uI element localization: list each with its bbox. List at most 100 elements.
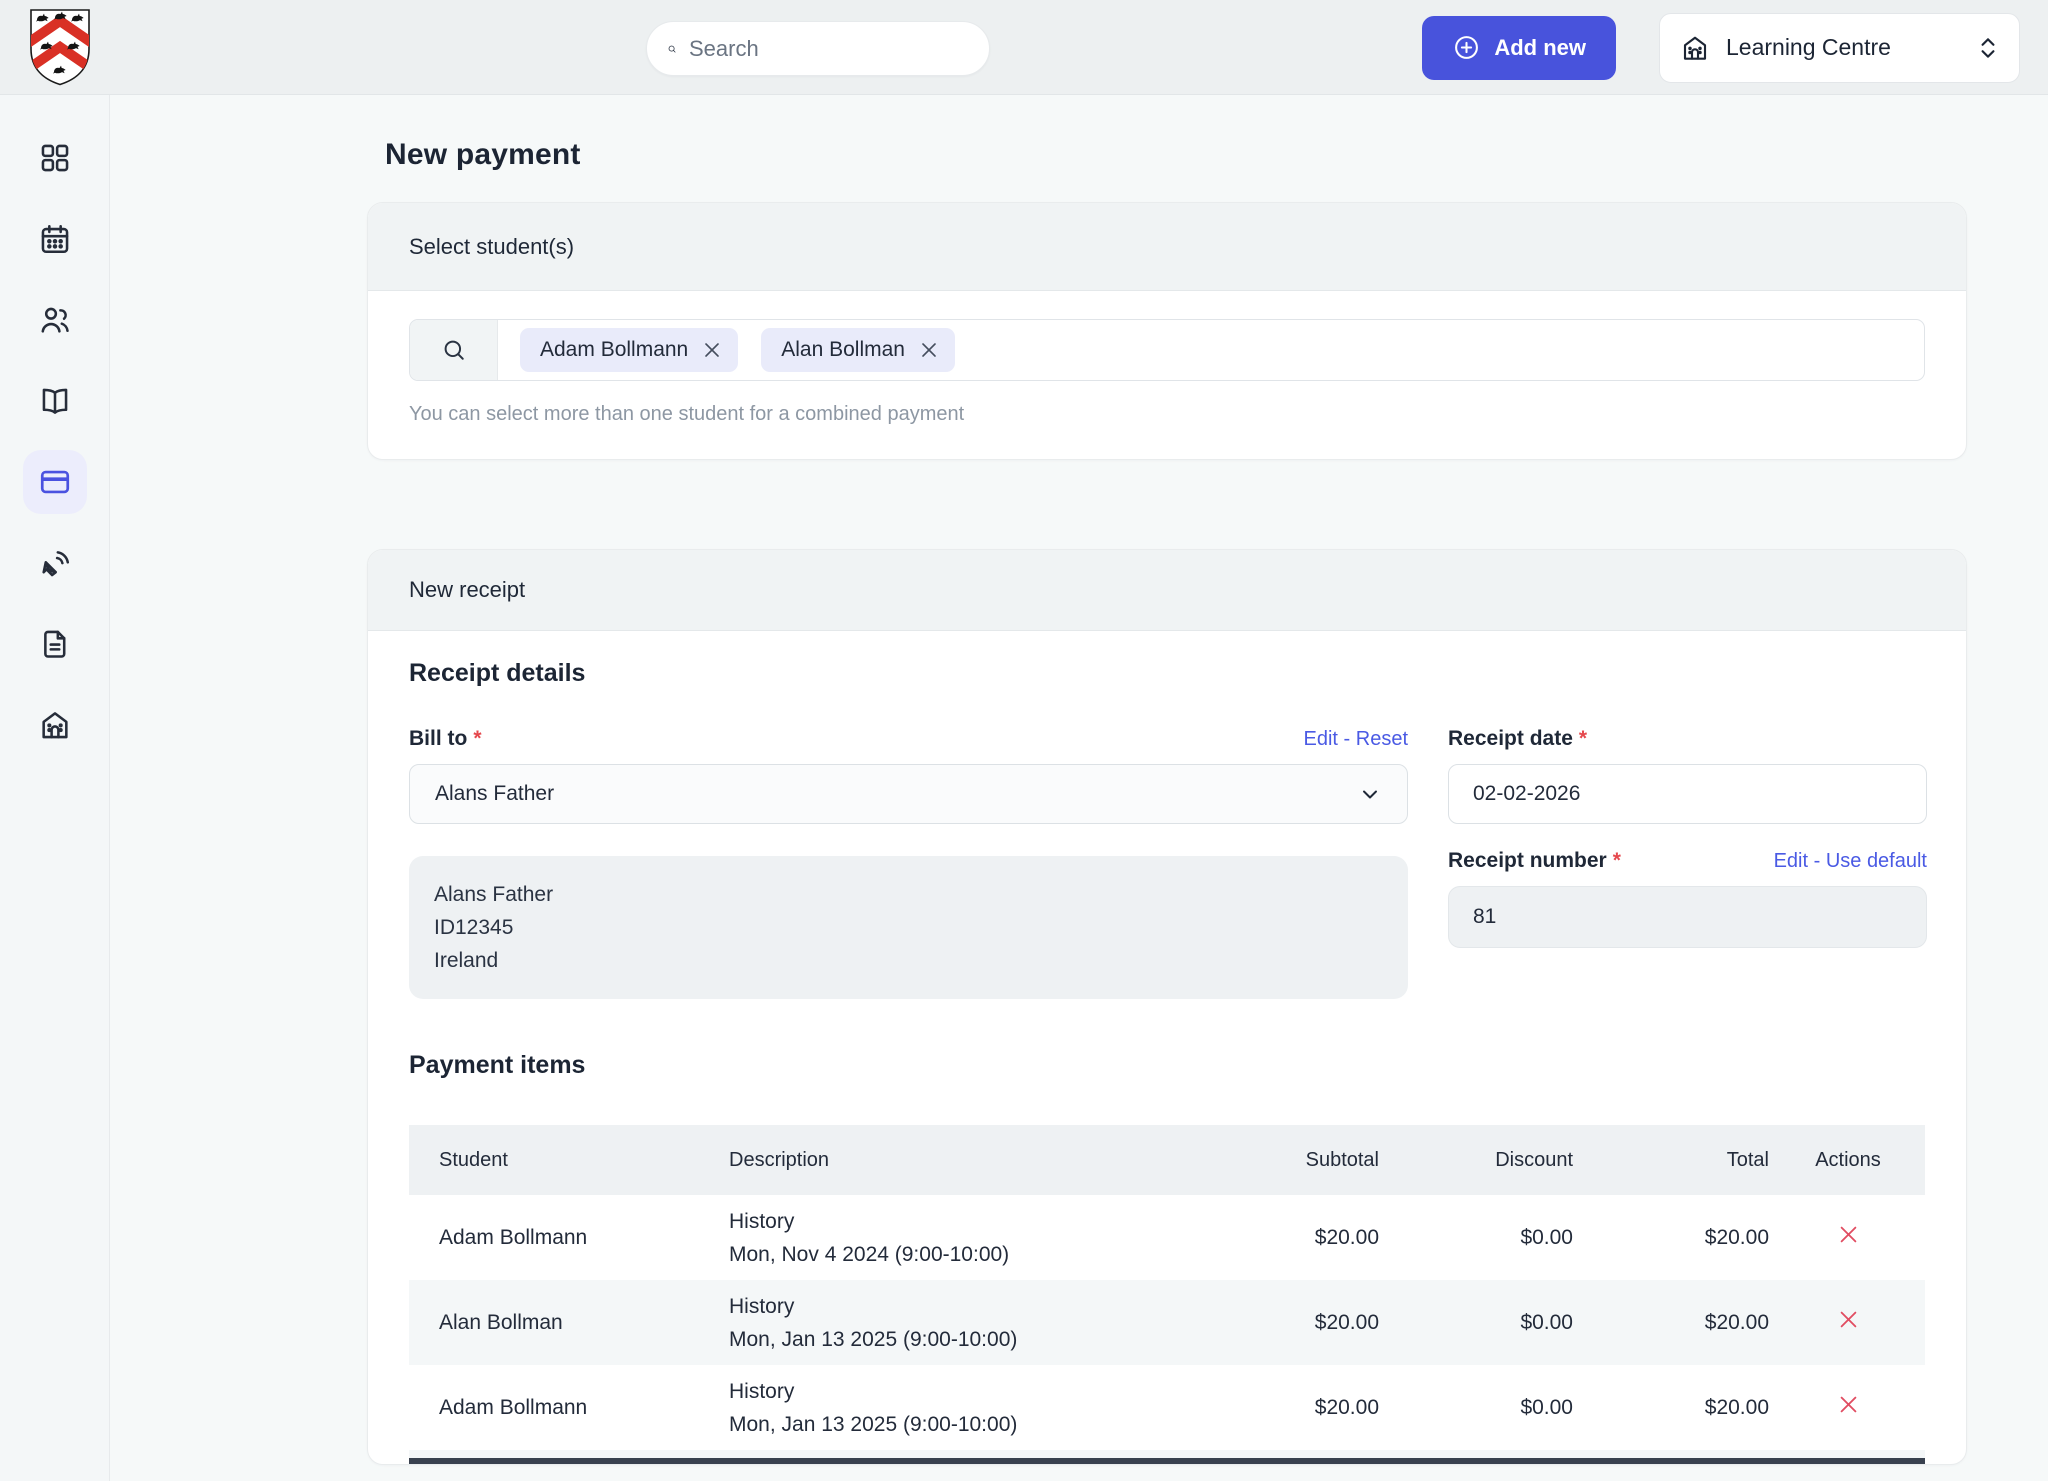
search-input[interactable] [689,36,977,62]
column-header-description: Description [729,1149,1291,1172]
chevron-down-icon [1358,782,1382,806]
column-header-student: Student [409,1149,729,1172]
global-search [646,21,990,76]
cell-total: $20.00 [1573,1226,1769,1250]
student-chip: Adam Bollmann [520,328,738,372]
bill-to-value: Alans Father [435,782,554,806]
school-building-icon [1680,33,1710,63]
receipt-meta-column: Receipt date* 02-02-2026 Receipt number*… [1448,724,1927,999]
remove-student-icon[interactable] [919,340,939,360]
column-header-total: Total [1573,1149,1769,1172]
receipt-date-label: Receipt date* [1448,727,1587,751]
table-row: Adam Bollmann History Mon, Jan 13 2025 (… [409,1365,1925,1450]
main-content: New payment Select student(s) Adam Bollm… [110,95,2048,1481]
new-receipt-title: New receipt [409,577,525,603]
add-new-label: Add new [1494,35,1586,61]
receipt-details-title: Receipt details [409,659,1925,688]
select-students-card: Select student(s) Adam Bollmann [367,202,1967,460]
receipt-number-edit-link[interactable]: Edit - Use default [1774,850,1927,873]
dashboard-grid-icon [38,141,72,175]
table-row: Alan Bollman History Mon, Jan 13 2025 (9… [409,1280,1925,1365]
school-crest-logo[interactable] [25,7,95,88]
page-title: New payment [385,138,1967,172]
cell-total: $20.00 [1573,1396,1769,1420]
new-receipt-header: New receipt [368,550,1966,631]
remove-row-icon[interactable] [1837,1308,1860,1331]
cell-subtotal: $20.00 [1291,1311,1379,1335]
combined-payment-helper-text: You can select more than one student for… [409,403,1925,426]
receipt-date-value: 02-02-2026 [1473,782,1580,806]
sidebar-item-students[interactable] [23,288,87,352]
sidebar-item-payments[interactable] [23,450,87,514]
remove-row-icon[interactable] [1837,1393,1860,1416]
cell-description: History Mon, Jan 13 2025 (9:00-10:00) [729,1375,1291,1441]
bill-to-label: Bill to* [409,727,482,751]
billing-address-box: Alans Father ID12345 Ireland [409,856,1408,999]
student-chip-label: Alan Bollman [781,338,905,362]
users-icon [38,303,72,337]
cell-subtotal: $20.00 [1291,1226,1379,1250]
cell-discount: $0.00 [1379,1311,1573,1335]
sidebar-item-school[interactable] [23,693,87,757]
remove-row-icon[interactable] [1837,1223,1860,1246]
sidebar-item-documents[interactable] [23,612,87,676]
cell-total: $20.00 [1573,1311,1769,1335]
select-students-title: Select student(s) [409,234,574,260]
column-header-discount: Discount [1379,1149,1573,1172]
workspace-selector[interactable]: Learning Centre [1659,13,2020,83]
table-row: Adam Bollmann History Mon, Nov 4 2024 (9… [409,1195,1925,1280]
satellite-dish-icon [38,546,72,580]
cell-student: Adam Bollmann [409,1226,729,1250]
new-receipt-card: New receipt Receipt details Bill to* Edi… [367,549,1967,1465]
next-row-sliver [409,1450,1925,1458]
credit-card-icon [38,465,72,499]
select-students-header: Select student(s) [368,203,1966,291]
sidebar-item-courses[interactable] [23,369,87,433]
bill-to-edit-reset-link[interactable]: Edit - Reset [1304,728,1408,751]
bill-to-column: Bill to* Edit - Reset Alans Father Alans… [409,724,1408,999]
receipt-date-input[interactable]: 02-02-2026 [1448,764,1927,824]
cell-description: History Mon, Nov 4 2024 (9:00-10:00) [729,1205,1291,1271]
crest-shield-icon [25,7,95,88]
receipt-number-input[interactable]: 81 [1448,886,1927,948]
column-header-subtotal: Subtotal [1291,1149,1379,1172]
required-asterisk: * [473,727,481,750]
remove-student-icon[interactable] [702,340,722,360]
column-header-actions: Actions [1769,1149,1927,1172]
chevron-up-down-icon [1977,35,1999,61]
sidebar-nav [0,95,110,1481]
cell-student: Alan Bollman [409,1311,729,1335]
search-icon [440,336,468,364]
student-search-field[interactable]: Adam Bollmann Alan Bollman [409,319,1925,381]
search-icon [667,36,677,62]
table-footer-sliver [409,1458,1925,1464]
workspace-label: Learning Centre [1726,34,1961,61]
cell-subtotal: $20.00 [1291,1396,1379,1420]
receipt-number-value: 81 [1473,905,1496,929]
sidebar-item-communications[interactable] [23,531,87,595]
book-icon [38,384,72,418]
sidebar-item-dashboard[interactable] [23,126,87,190]
add-new-button[interactable]: Add new [1422,16,1616,80]
cell-student: Adam Bollmann [409,1396,729,1420]
cell-discount: $0.00 [1379,1226,1573,1250]
top-bar: Add new Learning Centre [0,0,2048,95]
address-line: Alans Father [434,878,1383,911]
cell-description: History Mon, Jan 13 2025 (9:00-10:00) [729,1290,1291,1356]
circle-plus-icon [1452,33,1481,62]
address-line: Ireland [434,944,1383,977]
receipt-number-label: Receipt number* [1448,849,1621,873]
required-asterisk: * [1613,849,1621,872]
school-building-icon [38,708,72,742]
sidebar-item-calendar[interactable] [23,207,87,271]
search-icon-segment [410,320,498,380]
payment-items-table: Student Description Subtotal Discount To… [409,1125,1925,1464]
document-icon [38,627,72,661]
required-asterisk: * [1579,727,1587,750]
address-line: ID12345 [434,911,1383,944]
student-chip: Alan Bollman [761,328,955,372]
calendar-icon [38,222,72,256]
cell-discount: $0.00 [1379,1396,1573,1420]
bill-to-select[interactable]: Alans Father [409,764,1408,824]
student-chip-label: Adam Bollmann [540,338,688,362]
